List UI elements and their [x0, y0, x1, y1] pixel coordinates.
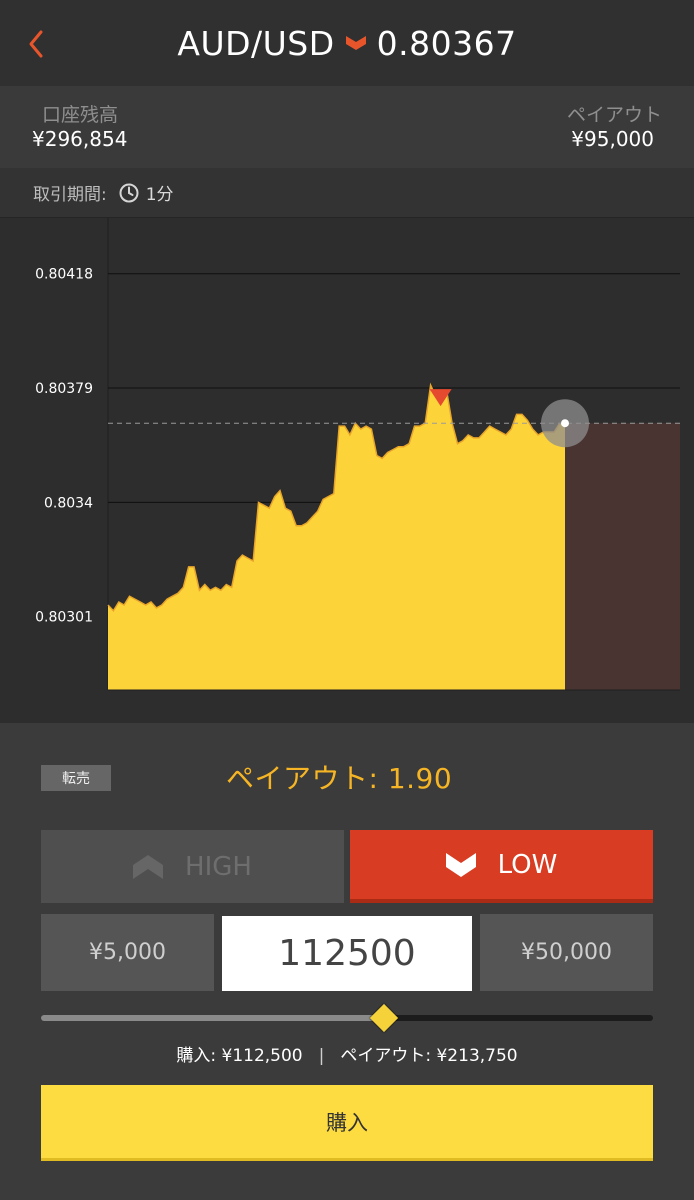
top-bar: AUD/USD 0.80367: [0, 0, 694, 86]
account-balance: 口座残高 ¥296,854: [32, 104, 127, 152]
high-label: HIGH: [185, 851, 252, 882]
amount-input[interactable]: [222, 916, 472, 991]
low-button[interactable]: LOW: [350, 830, 653, 903]
preset-amount-low[interactable]: ¥5,000: [41, 914, 214, 991]
preset-amount-high[interactable]: ¥50,000: [480, 914, 653, 991]
current-rate: 0.80367: [376, 23, 517, 63]
trade-panel: 転売 ペイアウト: 1.90 HIGH LOW ¥5,000 ¥50,000 購…: [0, 723, 694, 1200]
account-payout: ペイアウト ¥95,000: [567, 104, 662, 152]
slider-fill: [41, 1015, 384, 1021]
summary-separator: |: [318, 1046, 325, 1066]
pair-title: AUD/USD 0.80367: [0, 18, 694, 68]
period-value: 1分: [145, 185, 174, 205]
y-tick-label: 0.80301: [35, 610, 93, 626]
low-label: LOW: [497, 849, 558, 880]
price-chart[interactable]: 0.80418 0.80379 0.8034 0.80301: [0, 218, 694, 723]
period-bar: 取引期間: 1分: [0, 168, 694, 218]
period-label: 取引期間:: [33, 185, 107, 205]
balance-bar: 口座残高 ¥296,854 ペイアウト ¥95,000: [0, 86, 694, 168]
high-button[interactable]: HIGH: [41, 830, 344, 903]
balance-value: ¥296,854: [32, 127, 128, 151]
chart-svg: 0.80418 0.80379 0.8034 0.80301: [35, 218, 680, 691]
price-area: [108, 385, 565, 690]
y-tick-label: 0.80379: [35, 381, 93, 397]
y-tick-label: 0.80418: [35, 267, 93, 283]
clock-icon: [119, 183, 139, 202]
amount-slider[interactable]: [41, 1003, 653, 1033]
payout-label: ペイアウト: [566, 104, 662, 126]
chevron-up-icon: [133, 854, 164, 879]
payout-value: ¥95,000: [571, 127, 654, 151]
payout-rate: ペイアウト: 1.90: [226, 762, 453, 795]
summary-purchase: 購入: ¥112,500: [176, 1046, 303, 1066]
buy-button[interactable]: 購入: [41, 1085, 653, 1161]
currency-pair: AUD/USD: [177, 23, 335, 63]
resell-button[interactable]: 転売: [41, 765, 111, 791]
summary-payout: ペイアウト: ¥213,750: [340, 1046, 518, 1066]
expiry-zone: [565, 423, 680, 690]
current-point: [561, 419, 569, 428]
y-tick-label: 0.8034: [44, 495, 93, 511]
balance-label: 口座残高: [42, 104, 119, 126]
chevron-down-icon: [445, 852, 476, 877]
slider-thumb[interactable]: [369, 1003, 398, 1033]
purchase-summary: 購入: ¥112,500 | ペイアウト: ¥213,750: [0, 1041, 694, 1066]
chevron-down-icon: [345, 36, 366, 50]
